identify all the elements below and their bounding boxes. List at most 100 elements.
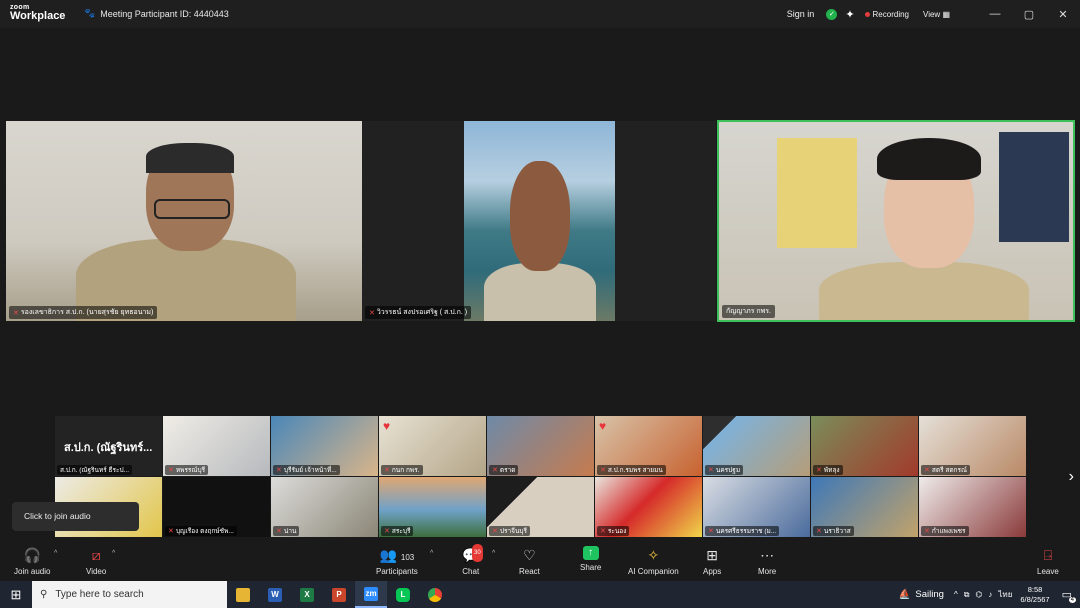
video-tile-1[interactable]: ✕ รองเลขาธิการ ส.ป.ก. (นายสุรชัย ยุทธอนาม… bbox=[6, 121, 362, 321]
weather-icon: ⛵ bbox=[898, 589, 911, 600]
gallery-tile-featured[interactable]: ส.ป.ก. (ณัฐรินทร์... ส.ป.ก. (ณัฐรินทร์ ธ… bbox=[55, 416, 162, 476]
participant-body bbox=[819, 262, 1029, 320]
video-name-tag: ✕ วิวรรธน์ สงปรอเศริฐ ( ส.ป.ก. ) bbox=[365, 306, 472, 319]
share-button[interactable]: ↑ Share bbox=[580, 546, 601, 572]
file-explorer-icon[interactable] bbox=[227, 581, 259, 608]
paw-icon: 🐾 bbox=[84, 8, 96, 18]
mic-muted-icon: ✕ bbox=[384, 467, 390, 474]
gallery-tile[interactable]: ✕ นราธิวาส bbox=[811, 477, 918, 537]
meeting-info[interactable]: 🐾 Meeting Participant ID: 4440443 bbox=[84, 8, 229, 19]
gallery-tile[interactable]: ✕ นครศรีธรรมราช (ม... bbox=[703, 477, 810, 537]
name-text: บุรีรัมย์ เจ้าหน้าที่... bbox=[283, 467, 337, 474]
more-button[interactable]: ⋯ More bbox=[758, 546, 776, 576]
gallery-name-tag: ✕ สตรี สตกรณ์ bbox=[921, 465, 971, 475]
gallery-tile[interactable]: ✕ สตรี สตกรณ์ bbox=[919, 416, 1026, 476]
mic-muted-icon: ✕ bbox=[708, 467, 714, 474]
video-tile-2[interactable]: ✕ วิวรรธน์ สงปรอเศริฐ ( ส.ป.ก. ) bbox=[362, 121, 716, 321]
video-options-chevron-icon[interactable]: ^ bbox=[112, 550, 115, 557]
tray-app-icon[interactable]: ⧉ bbox=[964, 590, 970, 600]
view-button[interactable]: View ▦ bbox=[923, 10, 950, 19]
gallery-strip: ส.ป.ก. (ณัฐรินทร์... ส.ป.ก. (ณัฐรินทร์ ธ… bbox=[55, 416, 1027, 538]
meeting-id-text: Meeting Participant ID: 4440443 bbox=[100, 8, 229, 19]
gallery-tile[interactable]: ✕ ระนอง bbox=[595, 477, 702, 537]
zoom-window: zoom Workplace 🐾 Meeting Participant ID:… bbox=[0, 0, 1080, 608]
name-text: กัญญาภร กพร. bbox=[726, 308, 771, 315]
ai-sparkle-icon: ✧ bbox=[647, 547, 660, 563]
weather-widget[interactable]: ⛵ Sailing bbox=[899, 589, 944, 600]
ai-companion-button[interactable]: ✧ AI Companion bbox=[628, 546, 679, 576]
sign-in-button[interactable]: Sign in bbox=[787, 9, 815, 19]
weather-text: Sailing bbox=[915, 589, 944, 600]
join-audio-button[interactable]: 🎧 Join audio bbox=[14, 546, 50, 576]
name-text: สระบุรี bbox=[391, 528, 411, 535]
minimize-button[interactable]: — bbox=[978, 8, 1012, 20]
participant-head bbox=[510, 161, 570, 271]
gallery-tile[interactable]: ✕ บุรีรัมย์ เจ้าหน้าที่... bbox=[271, 416, 378, 476]
mic-muted-icon: ✕ bbox=[600, 528, 606, 535]
share-label: Share bbox=[580, 563, 602, 572]
input-language[interactable]: ไทย bbox=[998, 588, 1012, 601]
apps-button[interactable]: ⊞ Apps bbox=[703, 546, 721, 576]
name-text: วิวรรธน์ สงปรอเศริฐ ( ส.ป.ก. ) bbox=[376, 309, 468, 316]
gallery-tile[interactable]: ✕ บุญเรือง ตงฤกษ์ชัพ... bbox=[163, 477, 270, 537]
gallery-tile[interactable]: ✕ กำแพงเพชร bbox=[919, 477, 1026, 537]
video-button[interactable]: ⧄ Video bbox=[86, 546, 106, 576]
participants-icon: 👥 103 bbox=[379, 547, 415, 563]
notifications-icon[interactable]: ▭ 4 bbox=[1062, 588, 1076, 603]
taskbar-clock[interactable]: 8:58 6/8/2567 bbox=[1020, 585, 1049, 604]
volume-icon[interactable]: ♪ bbox=[988, 590, 992, 599]
mic-muted-icon: ✕ bbox=[168, 528, 174, 535]
recording-indicator[interactable]: Recording bbox=[864, 10, 909, 19]
gallery-name-tag: ✕ กำแพงเพชร bbox=[921, 526, 969, 536]
video-tile-3-active-speaker[interactable]: กัญญาภร กพร. bbox=[717, 120, 1075, 322]
tray-expand-chevron-icon[interactable]: ^ bbox=[954, 590, 958, 599]
gallery-tile[interactable]: ✕ พัทลุง bbox=[811, 416, 918, 476]
video-label: Video bbox=[86, 567, 107, 576]
line-icon[interactable]: L bbox=[387, 581, 419, 608]
gallery-tile[interactable]: ♥ ✕ ส.ป.ก.รมพร สายมน bbox=[595, 416, 702, 476]
join-audio-label: Join audio bbox=[14, 567, 51, 576]
gallery-tile[interactable]: ✕ นครปฐม bbox=[703, 416, 810, 476]
participants-chevron-icon[interactable]: ^ bbox=[430, 550, 433, 557]
gallery-tile[interactable]: ✕ ตราด bbox=[487, 416, 594, 476]
name-text: ส.ป.ก.รมพร สายมน bbox=[607, 467, 663, 474]
leave-button[interactable]: ⍈ Leave bbox=[1037, 546, 1059, 576]
participant-body bbox=[484, 263, 596, 321]
meeting-toolbar: 🎧 Join audio ^ ⧄ Video ^ 👥 103 Participa… bbox=[0, 540, 1080, 581]
gallery-tile[interactable]: ✕ ปราจีนบุรี bbox=[487, 477, 594, 537]
gallery-next-chevron-icon[interactable]: › bbox=[1069, 468, 1074, 486]
chat-bubble-icon: 💬 30 bbox=[462, 544, 483, 564]
chat-chevron-icon[interactable]: ^ bbox=[492, 550, 495, 557]
security-shield-icon[interactable]: ✓ bbox=[826, 8, 838, 20]
network-icon[interactable]: ⌬ bbox=[975, 590, 982, 599]
recording-dot-icon bbox=[864, 11, 870, 17]
calendar-poster bbox=[777, 138, 857, 248]
leave-label: Leave bbox=[1037, 567, 1059, 576]
participants-button[interactable]: 👥 103 Participants bbox=[376, 546, 418, 576]
windows-start-icon[interactable]: ⊞ bbox=[0, 587, 32, 603]
chat-button[interactable]: 💬 30 Chat bbox=[462, 544, 483, 576]
gallery-tile[interactable]: ✕ สระบุรี bbox=[379, 477, 486, 537]
notification-count: 4 bbox=[1068, 597, 1076, 603]
mic-muted-icon: ✕ bbox=[816, 467, 822, 474]
close-button[interactable]: ✕ bbox=[1046, 8, 1080, 21]
gallery-tile[interactable]: ♥ ✕ กนก กพร. bbox=[379, 416, 486, 476]
zoom-taskbar-icon[interactable]: zm bbox=[355, 581, 387, 608]
excel-icon[interactable]: X bbox=[291, 581, 323, 608]
gallery-name-tag: ✕ กนก กพร. bbox=[381, 465, 423, 475]
name-text: น่าน bbox=[283, 528, 297, 535]
react-button[interactable]: ♡ React bbox=[519, 546, 540, 576]
participant-hair bbox=[146, 143, 234, 173]
audio-options-chevron-icon[interactable]: ^ bbox=[54, 550, 57, 557]
powerpoint-icon[interactable]: P bbox=[323, 581, 355, 608]
word-icon[interactable]: W bbox=[259, 581, 291, 608]
gallery-tile[interactable]: ✕ น่าน bbox=[271, 477, 378, 537]
search-icon: ⚲ bbox=[40, 589, 48, 600]
shelf-binders bbox=[999, 132, 1069, 242]
gallery-tile[interactable]: ✕ หพรรณ์บุรี bbox=[163, 416, 270, 476]
taskbar-search-input[interactable]: ⚲ Type here to search bbox=[32, 581, 227, 608]
maximize-button[interactable]: ▢ bbox=[1012, 8, 1046, 21]
gallery-name-tag: ✕ พัทลุง bbox=[813, 465, 843, 475]
ai-sparkle-icon[interactable]: ✦ bbox=[845, 8, 854, 21]
chrome-icon[interactable] bbox=[419, 581, 451, 608]
